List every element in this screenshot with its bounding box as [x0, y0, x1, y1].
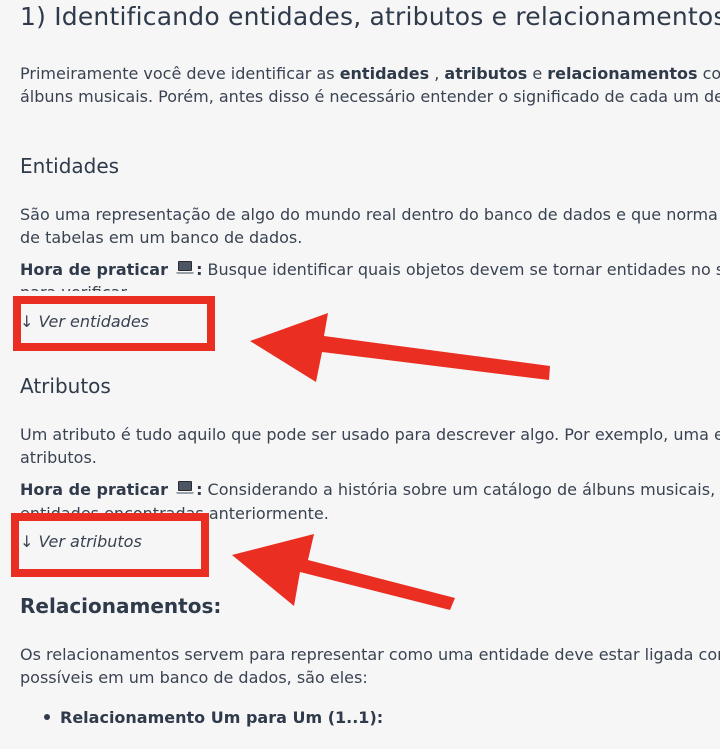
list-item: Relacionamento Um para Um (1..1):	[44, 708, 383, 727]
relacionamentos-heading: Relacionamentos:	[20, 594, 222, 618]
relacionamentos-list: Relacionamento Um para Um (1..1):	[44, 708, 383, 727]
relacionamentos-desc-line1: Os relacionamentos servem para represent…	[20, 645, 720, 664]
red-arrow-icon	[232, 534, 455, 610]
list-item-label: Relacionamento Um para Um (1..1):	[60, 708, 384, 727]
relacionamentos-description: Os relacionamentos servem para represent…	[20, 643, 720, 689]
relacionamentos-desc-line2: possíveis em um banco de dados, são eles…	[20, 668, 368, 687]
bullet-icon	[44, 714, 50, 720]
